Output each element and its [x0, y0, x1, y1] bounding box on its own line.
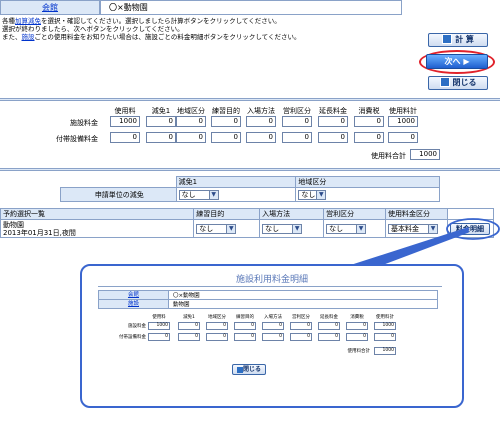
popup-fee-value: 0 — [374, 333, 396, 341]
popup-fee-header-0: 使用料 — [152, 315, 166, 320]
popup-room-link[interactable]: 施設 — [128, 301, 139, 307]
popup-fee-row-label: 施設料金 — [128, 324, 146, 329]
popup-fee-header-3: 練習目的 — [236, 315, 254, 320]
popup-fee-value: 0 — [262, 322, 284, 330]
popup-fee-value: 1000 — [148, 322, 170, 330]
popup-fee-value: 0 — [234, 322, 256, 330]
popup-fee-value: 0 — [346, 322, 368, 330]
popup-fee-value: 0 — [346, 333, 368, 341]
popup-fee-value: 0 — [290, 333, 312, 341]
popup-fee-value: 0 — [318, 333, 340, 341]
popup-fee-value: 0 — [206, 322, 228, 330]
popup-total-label: 使用料合計 — [347, 349, 371, 354]
popup-fee-header-7: 消費税 — [350, 315, 364, 320]
popup-fee-value: 0 — [290, 322, 312, 330]
popup-fee-value: 0 — [206, 333, 228, 341]
popup-fee-header-5: 営利区分 — [292, 315, 310, 320]
fee-detail-highlight — [446, 218, 500, 240]
popup-fee-value: 0 — [234, 333, 256, 341]
popup-facility-table: 会館 〇×動物園 施設 動物園 — [98, 290, 438, 309]
popup-fee-value: 0 — [178, 322, 200, 330]
popup-fee-header-4: 入場方法 — [264, 315, 282, 320]
popup-fee-value: 0 — [148, 333, 170, 341]
popup-facility-link[interactable]: 会館 — [128, 292, 139, 298]
popup-fee-value: 0 — [178, 333, 200, 341]
popup-fee-header-2: 地域区分 — [208, 315, 226, 320]
popup-fee-header-6: 延長料金 — [320, 315, 338, 320]
popup-fee-value: 0 — [262, 333, 284, 341]
popup-title-line — [98, 286, 442, 287]
popup-close-button[interactable]: 閉じる — [232, 364, 266, 375]
popup-total-value: 1000 — [374, 347, 396, 355]
popup-fee-value: 0 — [318, 322, 340, 330]
popup-fee-row-label: 付帯設備料金 — [119, 335, 146, 340]
popup-fee-header-8: 使用料計 — [376, 315, 394, 320]
popup-title: 施設利用料金明細 — [235, 275, 308, 285]
popup-fee-table: 使用料 減免1 地域区分 練習目的 入場方法 営利区分 延長料金 消費税 使用料計 施設料金 10… — [82, 314, 462, 364]
fee-detail-popup: 施設利用料金明細 会館 〇×動物園 施設 動物園 使用料 減免1 地域区分 練習目的 入… — [80, 264, 464, 408]
popup-fee-header-1: 減免1 — [183, 315, 195, 320]
popup-fee-value: 1000 — [374, 322, 396, 330]
